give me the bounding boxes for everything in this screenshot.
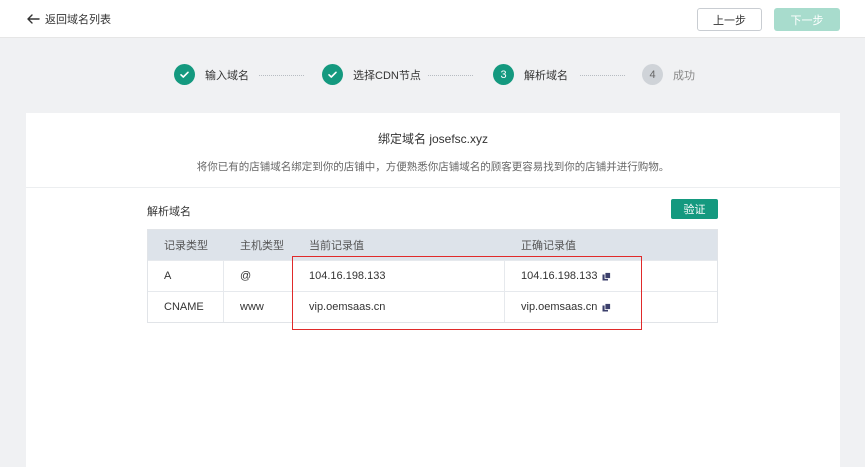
copy-icon[interactable] xyxy=(602,271,612,281)
record-type: A xyxy=(148,261,224,291)
step-4-label: 成功 xyxy=(673,69,695,82)
host-type: @ xyxy=(224,261,293,291)
card-header: 绑定域名 josefsc.xyz 将你已有的店铺域名绑定到你的店铺中，方便熟悉你… xyxy=(26,113,840,188)
step-1: 输入域名 xyxy=(174,64,249,85)
step-3: 3 解析域名 xyxy=(493,64,568,85)
correct-value: vip.oemsaas.cn xyxy=(521,301,598,313)
table-row: CNAME www vip.oemsaas.cn vip.oemsaas.cn xyxy=(148,291,717,322)
header-record-type: 记录类型 xyxy=(164,240,208,252)
check-icon xyxy=(174,64,195,85)
header-correct-value: 正确记录值 xyxy=(521,240,576,252)
step-2-label: 选择CDN节点 xyxy=(353,69,421,82)
previous-step-button[interactable]: 上一步 xyxy=(697,8,762,31)
bind-domain-card: 绑定域名 josefsc.xyz 将你已有的店铺域名绑定到你的店铺中，方便熟悉你… xyxy=(26,113,840,467)
step-3-number: 3 xyxy=(493,64,514,85)
correct-value-cell: 104.16.198.133 xyxy=(505,261,717,291)
correct-value: 104.16.198.133 xyxy=(521,270,598,282)
copy-icon[interactable] xyxy=(602,302,612,312)
arrow-left-icon xyxy=(27,14,40,24)
next-step-button[interactable]: 下一步 xyxy=(774,8,840,31)
correct-value-cell: vip.oemsaas.cn xyxy=(505,292,717,322)
step-divider xyxy=(428,75,473,76)
step-4-number: 4 xyxy=(642,64,663,85)
verify-button[interactable]: 验证 xyxy=(671,199,718,219)
check-icon xyxy=(322,64,343,85)
table-row: A @ 104.16.198.133 104.16.198.133 xyxy=(148,260,717,291)
back-label: 返回域名列表 xyxy=(45,14,111,26)
host-type: www xyxy=(224,292,293,322)
step-2: 选择CDN节点 xyxy=(322,64,421,85)
step-indicator: 输入域名 选择CDN节点 3 解析域名 4 成功 xyxy=(0,64,865,88)
dns-record-table: 记录类型 主机类型 当前记录值 正确记录值 A @ 104.16.198.133… xyxy=(147,229,718,323)
section-label: 解析域名 xyxy=(147,206,191,218)
card-title: 绑定域名 josefsc.xyz xyxy=(377,132,489,146)
step-3-label: 解析域名 xyxy=(524,69,568,82)
table-header: 记录类型 主机类型 当前记录值 正确记录值 xyxy=(148,230,717,260)
current-value: vip.oemsaas.cn xyxy=(293,292,505,322)
current-value: 104.16.198.133 xyxy=(293,261,505,291)
top-bar: 返回域名列表 上一步 下一步 xyxy=(0,0,865,38)
step-divider xyxy=(580,75,625,76)
card-subtitle: 将你已有的店铺域名绑定到你的店铺中，方便熟悉你店铺域名的顾客更容易找到你的店铺并… xyxy=(196,161,670,173)
header-host-type: 主机类型 xyxy=(240,240,284,252)
step-4: 4 成功 xyxy=(642,64,695,85)
record-type: CNAME xyxy=(148,292,224,322)
step-divider xyxy=(259,75,304,76)
header-current-value: 当前记录值 xyxy=(309,240,364,252)
back-to-domain-list-link[interactable]: 返回域名列表 xyxy=(26,11,111,27)
step-1-label: 输入域名 xyxy=(205,69,249,82)
